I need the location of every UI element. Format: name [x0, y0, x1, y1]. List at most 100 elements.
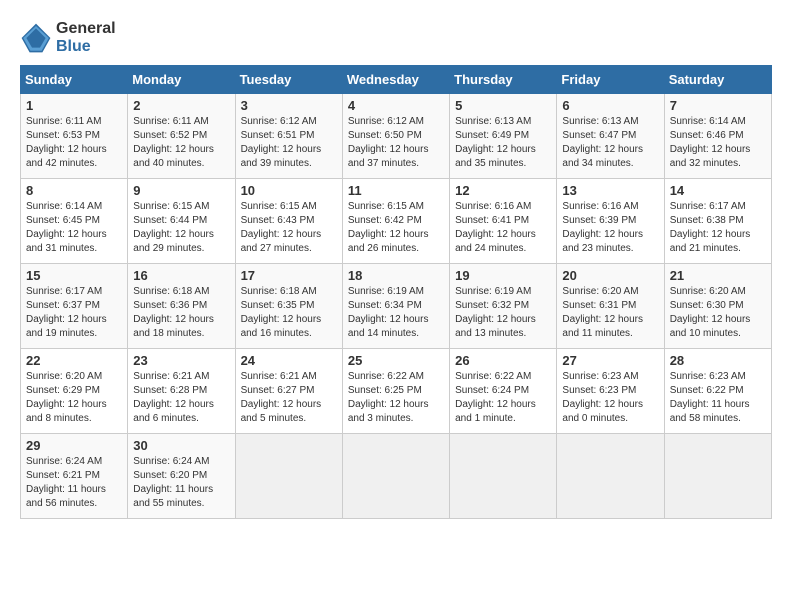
day-number: 18	[348, 268, 444, 283]
cell-info: Sunrise: 6:24 AMSunset: 6:20 PMDaylight:…	[133, 455, 229, 511]
day-number: 12	[455, 183, 551, 198]
cell-info: Sunrise: 6:17 AMSunset: 6:37 PMDaylight:…	[26, 285, 122, 341]
header-tuesday: Tuesday	[235, 66, 342, 94]
cell-info: Sunrise: 6:17 AMSunset: 6:38 PMDaylight:…	[670, 200, 766, 256]
cell-info: Sunrise: 6:16 AMSunset: 6:41 PMDaylight:…	[455, 200, 551, 256]
calendar-cell: 10 Sunrise: 6:15 AMSunset: 6:43 PMDayligh…	[235, 179, 342, 264]
calendar-table: SundayMondayTuesdayWednesdayThursdayFrid…	[20, 65, 772, 519]
cell-info: Sunrise: 6:12 AMSunset: 6:51 PMDaylight:…	[241, 115, 337, 171]
day-number: 29	[26, 438, 122, 453]
calendar-cell: 29Sunrise: 6:24 AMSunset: 6:21 PMDayligh…	[21, 434, 128, 519]
calendar-cell: 22 Sunrise: 6:20 AMSunset: 6:29 PMDayligh…	[21, 349, 128, 434]
calendar-cell: 5 Sunrise: 6:13 AMSunset: 6:49 PMDaylight…	[450, 94, 557, 179]
week-row-2: 8 Sunrise: 6:14 AMSunset: 6:45 PMDaylight…	[21, 179, 772, 264]
calendar-cell	[664, 434, 771, 519]
logo: General Blue	[20, 20, 116, 55]
cell-info: Sunrise: 6:15 AMSunset: 6:43 PMDaylight:…	[241, 200, 337, 256]
header-saturday: Saturday	[664, 66, 771, 94]
day-number: 3	[241, 98, 337, 113]
day-number: 2	[133, 98, 229, 113]
day-number: 24	[241, 353, 337, 368]
calendar-cell: 28 Sunrise: 6:23 AMSunset: 6:22 PMDayligh…	[664, 349, 771, 434]
cell-info: Sunrise: 6:23 AMSunset: 6:22 PMDaylight:…	[670, 370, 766, 426]
day-number: 1	[26, 98, 122, 113]
calendar-cell: 4 Sunrise: 6:12 AMSunset: 6:50 PMDaylight…	[342, 94, 449, 179]
calendar-cell: 19 Sunrise: 6:19 AMSunset: 6:32 PMDayligh…	[450, 264, 557, 349]
cell-info: Sunrise: 6:16 AMSunset: 6:39 PMDaylight:…	[562, 200, 658, 256]
calendar-header-row: SundayMondayTuesdayWednesdayThursdayFrid…	[21, 66, 772, 94]
day-number: 22	[26, 353, 122, 368]
cell-info: Sunrise: 6:14 AMSunset: 6:46 PMDaylight:…	[670, 115, 766, 171]
day-number: 17	[241, 268, 337, 283]
calendar-cell: 30 Sunrise: 6:24 AMSunset: 6:20 PMDayligh…	[128, 434, 235, 519]
cell-info: Sunrise: 6:22 AMSunset: 6:24 PMDaylight:…	[455, 370, 551, 426]
cell-info: Sunrise: 6:13 AMSunset: 6:49 PMDaylight:…	[455, 115, 551, 171]
calendar-cell: 18 Sunrise: 6:19 AMSunset: 6:34 PMDayligh…	[342, 264, 449, 349]
day-number: 9	[133, 183, 229, 198]
cell-info: Sunrise: 6:20 AMSunset: 6:31 PMDaylight:…	[562, 285, 658, 341]
calendar-cell: 26 Sunrise: 6:22 AMSunset: 6:24 PMDayligh…	[450, 349, 557, 434]
day-number: 16	[133, 268, 229, 283]
day-number: 30	[133, 438, 229, 453]
calendar-cell: 7 Sunrise: 6:14 AMSunset: 6:46 PMDaylight…	[664, 94, 771, 179]
cell-info: Sunrise: 6:15 AMSunset: 6:44 PMDaylight:…	[133, 200, 229, 256]
cell-info: Sunrise: 6:18 AMSunset: 6:36 PMDaylight:…	[133, 285, 229, 341]
calendar-cell: 21 Sunrise: 6:20 AMSunset: 6:30 PMDayligh…	[664, 264, 771, 349]
day-number: 20	[562, 268, 658, 283]
cell-info: Sunrise: 6:11 AMSunset: 6:52 PMDaylight:…	[133, 115, 229, 171]
week-row-1: 1Sunrise: 6:11 AMSunset: 6:53 PMDaylight…	[21, 94, 772, 179]
day-number: 11	[348, 183, 444, 198]
calendar-cell: 13 Sunrise: 6:16 AMSunset: 6:39 PMDayligh…	[557, 179, 664, 264]
day-number: 13	[562, 183, 658, 198]
day-number: 10	[241, 183, 337, 198]
cell-info: Sunrise: 6:20 AMSunset: 6:29 PMDaylight:…	[26, 370, 122, 426]
header-sunday: Sunday	[21, 66, 128, 94]
day-number: 26	[455, 353, 551, 368]
logo-text: General Blue	[56, 20, 116, 55]
week-row-4: 22 Sunrise: 6:20 AMSunset: 6:29 PMDayligh…	[21, 349, 772, 434]
cell-info: Sunrise: 6:19 AMSunset: 6:32 PMDaylight:…	[455, 285, 551, 341]
cell-info: Sunrise: 6:21 AMSunset: 6:28 PMDaylight:…	[133, 370, 229, 426]
calendar-cell: 11 Sunrise: 6:15 AMSunset: 6:42 PMDayligh…	[342, 179, 449, 264]
calendar-cell: 3 Sunrise: 6:12 AMSunset: 6:51 PMDaylight…	[235, 94, 342, 179]
header-monday: Monday	[128, 66, 235, 94]
cell-info: Sunrise: 6:14 AMSunset: 6:45 PMDaylight:…	[26, 200, 122, 256]
calendar-cell: 2 Sunrise: 6:11 AMSunset: 6:52 PMDaylight…	[128, 94, 235, 179]
cell-info: Sunrise: 6:19 AMSunset: 6:34 PMDaylight:…	[348, 285, 444, 341]
cell-info: Sunrise: 6:20 AMSunset: 6:30 PMDaylight:…	[670, 285, 766, 341]
cell-info: Sunrise: 6:13 AMSunset: 6:47 PMDaylight:…	[562, 115, 658, 171]
week-row-5: 29Sunrise: 6:24 AMSunset: 6:21 PMDayligh…	[21, 434, 772, 519]
day-number: 27	[562, 353, 658, 368]
calendar-cell: 8 Sunrise: 6:14 AMSunset: 6:45 PMDaylight…	[21, 179, 128, 264]
calendar-cell: 14 Sunrise: 6:17 AMSunset: 6:38 PMDayligh…	[664, 179, 771, 264]
page-header: General Blue	[20, 20, 772, 55]
day-number: 5	[455, 98, 551, 113]
day-number: 4	[348, 98, 444, 113]
day-number: 21	[670, 268, 766, 283]
calendar-cell: 9 Sunrise: 6:15 AMSunset: 6:44 PMDaylight…	[128, 179, 235, 264]
day-number: 6	[562, 98, 658, 113]
calendar-cell: 6 Sunrise: 6:13 AMSunset: 6:47 PMDaylight…	[557, 94, 664, 179]
calendar-cell: 25Sunrise: 6:22 AMSunset: 6:25 PMDayligh…	[342, 349, 449, 434]
header-thursday: Thursday	[450, 66, 557, 94]
cell-info: Sunrise: 6:12 AMSunset: 6:50 PMDaylight:…	[348, 115, 444, 171]
day-number: 23	[133, 353, 229, 368]
calendar-cell: 27 Sunrise: 6:23 AMSunset: 6:23 PMDayligh…	[557, 349, 664, 434]
day-number: 7	[670, 98, 766, 113]
day-number: 15	[26, 268, 122, 283]
day-number: 19	[455, 268, 551, 283]
calendar-cell: 12 Sunrise: 6:16 AMSunset: 6:41 PMDayligh…	[450, 179, 557, 264]
calendar-cell: 20 Sunrise: 6:20 AMSunset: 6:31 PMDayligh…	[557, 264, 664, 349]
calendar-cell	[235, 434, 342, 519]
calendar-cell: 15 Sunrise: 6:17 AMSunset: 6:37 PMDayligh…	[21, 264, 128, 349]
cell-info: Sunrise: 6:15 AMSunset: 6:42 PMDaylight:…	[348, 200, 444, 256]
cell-info: Sunrise: 6:22 AMSunset: 6:25 PMDaylight:…	[348, 370, 444, 426]
cell-info: Sunrise: 6:23 AMSunset: 6:23 PMDaylight:…	[562, 370, 658, 426]
day-number: 8	[26, 183, 122, 198]
day-number: 14	[670, 183, 766, 198]
logo-icon	[20, 22, 52, 54]
cell-info: Sunrise: 6:18 AMSunset: 6:35 PMDaylight:…	[241, 285, 337, 341]
calendar-cell: 16 Sunrise: 6:18 AMSunset: 6:36 PMDayligh…	[128, 264, 235, 349]
calendar-cell: 24Sunrise: 6:21 AMSunset: 6:27 PMDayligh…	[235, 349, 342, 434]
day-number: 28	[670, 353, 766, 368]
